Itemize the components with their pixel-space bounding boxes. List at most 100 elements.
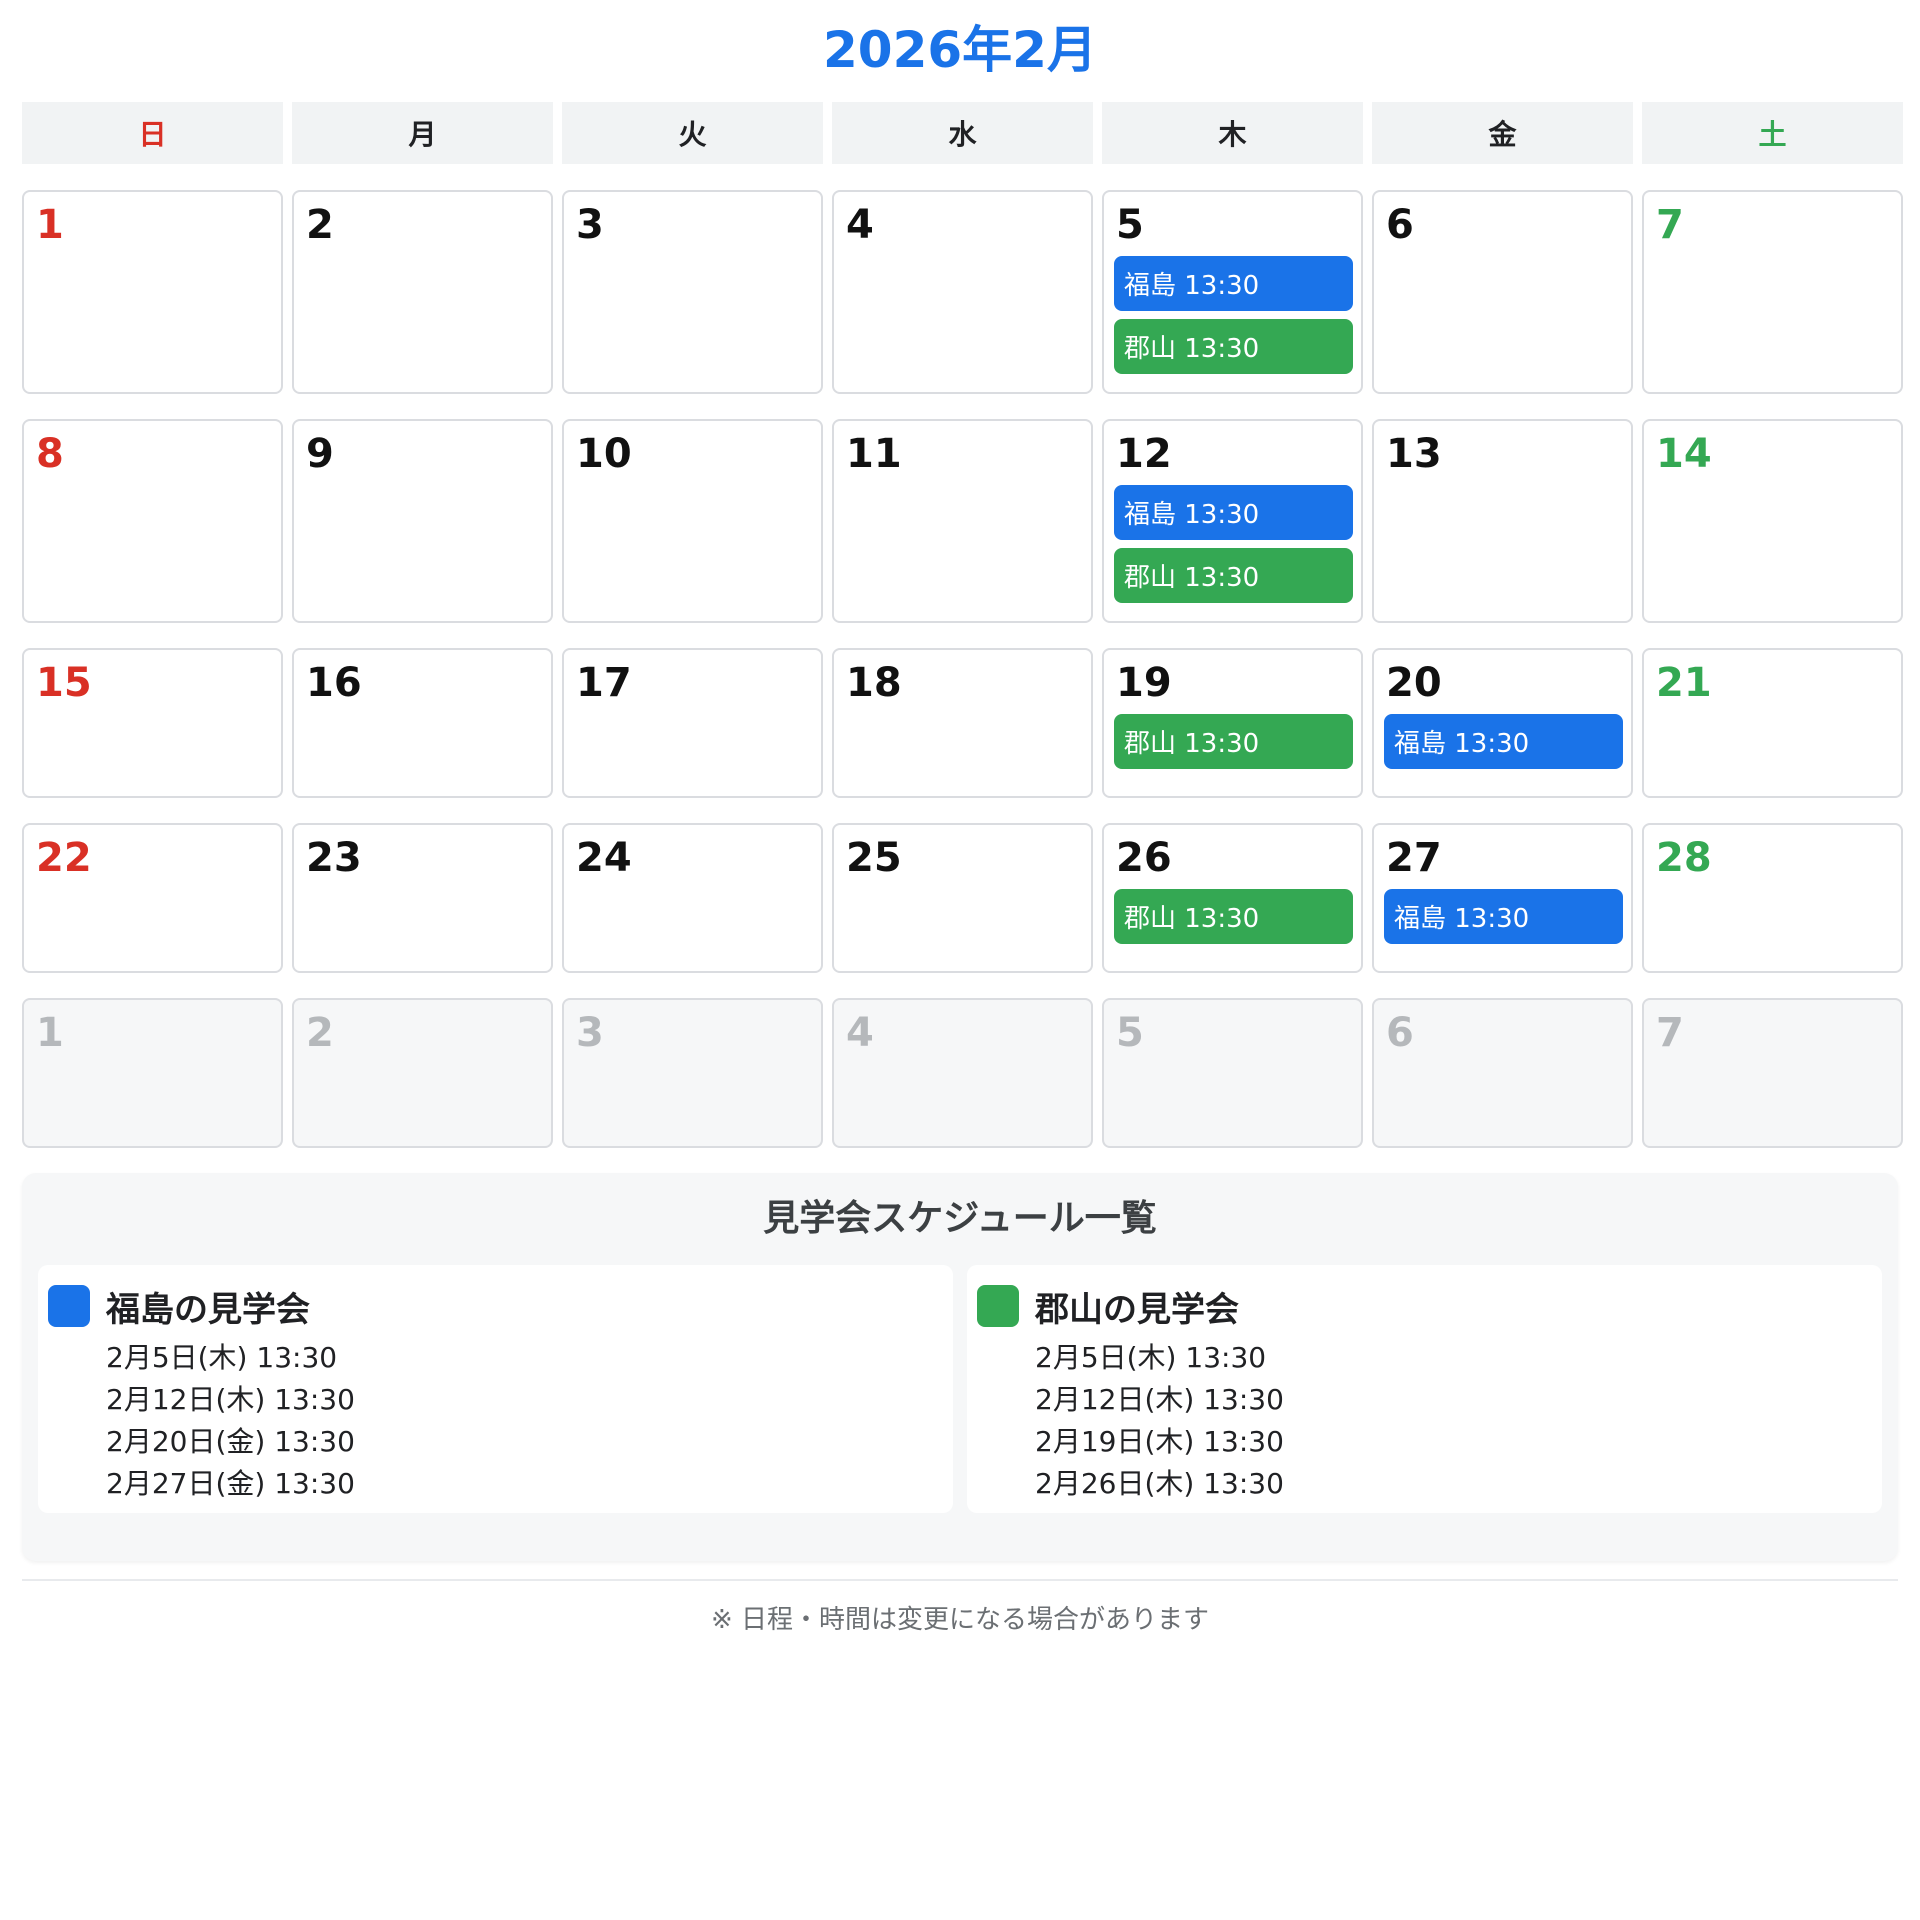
next-month-day-cell[interactable]: 3 [562, 998, 823, 1148]
weekday-wed: 水 [832, 102, 1093, 164]
day-number: 4 [846, 1010, 874, 1056]
next-month-day-cell[interactable]: 5 [1102, 998, 1363, 1148]
day-number: 24 [576, 835, 632, 881]
day-number: 25 [846, 835, 902, 881]
day-number: 5 [1116, 1010, 1144, 1056]
day-number: 26 [1116, 835, 1172, 881]
day-cell[interactable]: 4 [832, 190, 1093, 394]
fukushima-date-list: 2月5日(木) 13:30 2月12日(木) 13:30 2月20日(金) 13… [48, 1337, 943, 1505]
koriyama-card-title: 郡山の見学会 [1035, 1289, 1239, 1330]
day-cell[interactable]: 16 [292, 648, 553, 798]
koriyama-event[interactable]: 郡山 13:30 [1114, 714, 1353, 769]
day-number: 12 [1116, 431, 1172, 477]
next-month-day-cell[interactable]: 2 [292, 998, 553, 1148]
list-item: 2月19日(木) 13:30 [1035, 1425, 1284, 1458]
fukushima-event[interactable]: 福島 13:30 [1384, 714, 1623, 769]
fukushima-event[interactable]: 福島 13:30 [1384, 889, 1623, 944]
day-cell[interactable]: 13 [1372, 419, 1633, 623]
day-cell[interactable]: 21 [1642, 648, 1903, 798]
calendar-week-row: 8 9 10 11 12 福島 13:30 郡山 13:30 13 14 [22, 419, 1903, 623]
day-cell[interactable]: 8 [22, 419, 283, 623]
divider [22, 1579, 1898, 1581]
day-cell[interactable]: 12 福島 13:30 郡山 13:30 [1102, 419, 1363, 623]
calendar-week-row: 15 16 17 18 19 郡山 13:30 20 福島 13:30 21 [22, 648, 1903, 798]
day-cell[interactable]: 11 [832, 419, 1093, 623]
day-number: 15 [36, 660, 92, 706]
next-month-day-cell[interactable]: 6 [1372, 998, 1633, 1148]
day-number: 17 [576, 660, 632, 706]
month-title: 2026年2月 [823, 21, 1097, 79]
day-number: 16 [306, 660, 362, 706]
koriyama-event[interactable]: 郡山 13:30 [1114, 319, 1353, 374]
day-number: 19 [1116, 660, 1172, 706]
next-month-day-cell[interactable]: 1 [22, 998, 283, 1148]
calendar-page: 2026年2月 日 月 火 水 木 金 土 1 2 3 4 5 福島 13:30 郡山 13… [0, 0, 1920, 1920]
koriyama-event[interactable]: 郡山 13:30 [1114, 548, 1353, 603]
day-number: 22 [36, 835, 92, 881]
list-item: 2月12日(木) 13:30 [1035, 1383, 1284, 1416]
day-cell[interactable]: 2 [292, 190, 553, 394]
day-number: 9 [306, 431, 334, 477]
day-number: 7 [1656, 202, 1684, 248]
day-cell[interactable]: 26 郡山 13:30 [1102, 823, 1363, 973]
list-item: 2月12日(木) 13:30 [106, 1383, 355, 1416]
day-cell[interactable]: 27 福島 13:30 [1372, 823, 1633, 973]
list-item: 2月5日(木) 13:30 [106, 1341, 338, 1374]
day-number: 5 [1116, 202, 1144, 248]
day-cell[interactable]: 17 [562, 648, 823, 798]
fukushima-color-swatch [48, 1285, 90, 1327]
day-number: 21 [1656, 660, 1712, 706]
calendar-week-row: 22 23 24 25 26 郡山 13:30 27 福島 13:30 28 [22, 823, 1903, 973]
day-cell[interactable]: 7 [1642, 190, 1903, 394]
day-cell[interactable]: 18 [832, 648, 1093, 798]
fukushima-event[interactable]: 福島 13:30 [1114, 256, 1353, 311]
day-cell[interactable]: 5 福島 13:30 郡山 13:30 [1102, 190, 1363, 394]
day-cell[interactable]: 20 福島 13:30 [1372, 648, 1633, 798]
day-number: 6 [1386, 1010, 1414, 1056]
day-cell[interactable]: 15 [22, 648, 283, 798]
list-item: 2月5日(木) 13:30 [1035, 1341, 1267, 1374]
koriyama-color-swatch [977, 1285, 1019, 1327]
day-cell[interactable]: 10 [562, 419, 823, 623]
day-cell[interactable]: 19 郡山 13:30 [1102, 648, 1363, 798]
day-cell[interactable]: 23 [292, 823, 553, 973]
koriyama-event[interactable]: 郡山 13:30 [1114, 889, 1353, 944]
day-cell[interactable]: 3 [562, 190, 823, 394]
day-cell[interactable]: 6 [1372, 190, 1633, 394]
day-cell[interactable]: 25 [832, 823, 1093, 973]
weekday-thu: 木 [1102, 102, 1363, 164]
day-number: 23 [306, 835, 362, 881]
day-number: 8 [36, 431, 64, 477]
koriyama-schedule-card: 郡山の見学会 2月5日(木) 13:30 2月12日(木) 13:30 2月19… [967, 1265, 1882, 1513]
day-number: 2 [306, 1010, 334, 1056]
fukushima-event[interactable]: 福島 13:30 [1114, 485, 1353, 540]
day-cell[interactable]: 14 [1642, 419, 1903, 623]
koriyama-date-list: 2月5日(木) 13:30 2月12日(木) 13:30 2月19日(木) 13… [977, 1337, 1872, 1505]
day-number: 2 [306, 202, 334, 248]
day-cell[interactable]: 9 [292, 419, 553, 623]
weekday-fri: 金 [1372, 102, 1633, 164]
day-number: 13 [1386, 431, 1442, 477]
day-number: 1 [36, 202, 64, 248]
schedule-summary: 見学会スケジュール一覧 福島の見学会 2月5日(木) 13:30 2月12日(木… [22, 1173, 1898, 1561]
fukushima-card-title: 福島の見学会 [106, 1289, 310, 1330]
day-number: 4 [846, 202, 874, 248]
summary-title: 見学会スケジュール一覧 [763, 1198, 1157, 1239]
day-cell[interactable]: 24 [562, 823, 823, 973]
day-number: 6 [1386, 202, 1414, 248]
day-number: 14 [1656, 431, 1712, 477]
calendar-grid: 1 2 3 4 5 福島 13:30 郡山 13:30 6 7 8 9 10 11 12 福島 13:30 郡… [22, 190, 1903, 1148]
list-item: 2月27日(金) 13:30 [106, 1467, 355, 1500]
day-number: 1 [36, 1010, 64, 1056]
next-month-day-cell[interactable]: 4 [832, 998, 1093, 1148]
day-cell[interactable]: 28 [1642, 823, 1903, 973]
day-number: 3 [576, 1010, 604, 1056]
weekday-tue: 火 [562, 102, 823, 164]
fukushima-schedule-card: 福島の見学会 2月5日(木) 13:30 2月12日(木) 13:30 2月20… [38, 1265, 953, 1513]
day-cell[interactable]: 22 [22, 823, 283, 973]
calendar-week-row: 1 2 3 4 5 6 7 [22, 998, 1903, 1148]
weekday-sun: 日 [22, 102, 283, 164]
next-month-day-cell[interactable]: 7 [1642, 998, 1903, 1148]
day-cell[interactable]: 1 [22, 190, 283, 394]
list-item: 2月20日(金) 13:30 [106, 1425, 355, 1458]
